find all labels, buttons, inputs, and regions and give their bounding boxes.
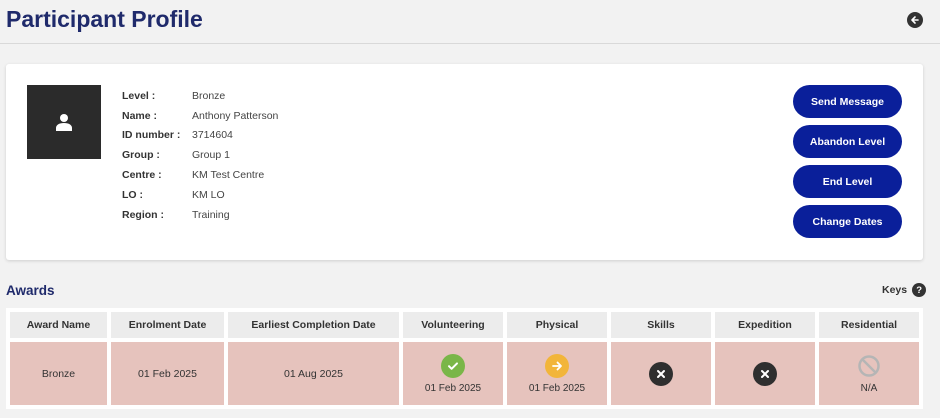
page-header: Participant Profile xyxy=(0,0,940,44)
id-number-label: ID number : xyxy=(122,129,181,142)
profile-actions: Send Message Abandon Level End Level Cha… xyxy=(793,85,902,245)
keys-link[interactable]: Keys ? xyxy=(882,283,927,297)
residential-cell[interactable]: N/A xyxy=(819,342,919,405)
column-header-skills: Skills xyxy=(611,312,711,338)
not-applicable-icon xyxy=(857,354,881,378)
column-header-earliest-completion-date: Earliest Completion Date xyxy=(228,312,399,338)
awards-header-row: Award Name Enrolment Date Earliest Compl… xyxy=(10,312,919,338)
cross-icon xyxy=(649,361,673,386)
expedition-cell[interactable] xyxy=(715,342,815,405)
residential-na-label: N/A xyxy=(860,382,878,394)
column-header-enrolment-date: Enrolment Date xyxy=(111,312,224,338)
physical-cell[interactable]: 01 Feb 2025 xyxy=(507,342,607,405)
column-header-physical: Physical xyxy=(507,312,607,338)
centre-label: Centre : xyxy=(122,169,162,182)
arrow-right-icon xyxy=(545,353,569,378)
page-title: Participant Profile xyxy=(6,6,203,32)
detail-row-level: Level : Bronze xyxy=(122,86,278,106)
column-header-volunteering: Volunteering xyxy=(403,312,503,338)
region-label: Region : xyxy=(122,208,164,221)
column-header-expedition: Expedition xyxy=(715,312,815,338)
centre-value: KM Test Centre xyxy=(192,169,265,182)
user-icon xyxy=(56,114,72,131)
table-row[interactable]: Bronze 01 Feb 2025 01 Aug 2025 01 Feb 20… xyxy=(10,342,919,405)
column-header-award-name: Award Name xyxy=(10,312,107,338)
lo-label: LO : xyxy=(122,188,143,201)
lo-value: KM LO xyxy=(192,188,225,201)
volunteering-cell[interactable]: 01 Feb 2025 xyxy=(403,342,503,405)
keys-label: Keys xyxy=(882,284,908,296)
detail-row-centre: Centre : KM Test Centre xyxy=(122,165,278,185)
column-header-residential: Residential xyxy=(819,312,919,338)
participant-details: Level : Bronze Name : Anthony Patterson … xyxy=(122,86,278,225)
level-label: Level : xyxy=(122,89,156,102)
detail-row-lo: LO : KM LO xyxy=(122,185,278,205)
abandon-level-button[interactable]: Abandon Level xyxy=(793,125,902,158)
send-message-button[interactable]: Send Message xyxy=(793,85,902,118)
group-value: Group 1 xyxy=(192,149,230,162)
detail-row-id: ID number : 3714604 xyxy=(122,126,278,146)
avatar xyxy=(27,85,101,159)
earliest-completion-date-cell: 01 Aug 2025 xyxy=(228,342,399,405)
id-number-value: 3714604 xyxy=(192,129,233,142)
awards-title: Awards xyxy=(6,283,55,298)
change-dates-button[interactable]: Change Dates xyxy=(793,205,902,238)
detail-row-region: Region : Training xyxy=(122,205,278,225)
awards-table: Award Name Enrolment Date Earliest Compl… xyxy=(6,308,923,409)
cross-icon xyxy=(753,361,777,386)
end-level-button[interactable]: End Level xyxy=(793,165,902,198)
level-value: Bronze xyxy=(192,89,226,102)
group-label: Group : xyxy=(122,149,160,162)
profile-card: Level : Bronze Name : Anthony Patterson … xyxy=(6,64,923,260)
name-value: Anthony Patterson xyxy=(192,109,279,122)
region-value: Training xyxy=(192,208,230,221)
volunteering-date: 01 Feb 2025 xyxy=(424,382,482,394)
back-arrow-icon[interactable] xyxy=(907,12,923,28)
detail-row-name: Name : Anthony Patterson xyxy=(122,106,278,126)
skills-cell[interactable] xyxy=(611,342,711,405)
help-icon[interactable]: ? xyxy=(912,283,927,297)
check-icon xyxy=(441,353,465,378)
physical-date: 01 Feb 2025 xyxy=(528,382,586,394)
award-name-cell: Bronze xyxy=(10,342,107,405)
enrolment-date-cell: 01 Feb 2025 xyxy=(111,342,224,405)
name-label: Name : xyxy=(122,109,158,122)
detail-row-group: Group : Group 1 xyxy=(122,145,278,165)
